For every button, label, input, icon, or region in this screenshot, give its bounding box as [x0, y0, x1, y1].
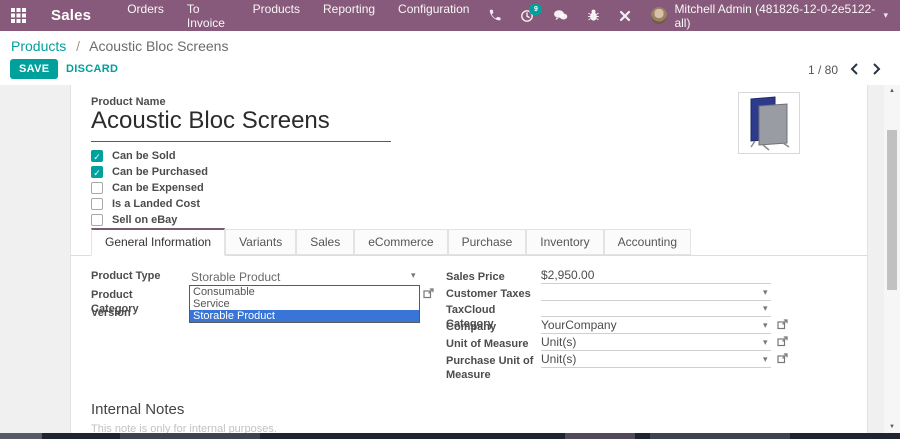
navbar-right: 9 — [469, 2, 888, 30]
company-external-link-icon[interactable] — [777, 319, 788, 330]
notebook-tabs: General Information Variants Sales eComm… — [71, 230, 867, 256]
menu-products[interactable]: Products — [253, 2, 300, 30]
checkbox-row-sell-on-ebay: Sell on eBay — [91, 213, 177, 227]
user-menu[interactable]: Mitchell Admin (481826-12-0-2e5122-all) … — [651, 2, 888, 30]
scroll-down-icon[interactable]: ▼ — [884, 421, 900, 433]
can-be-purchased-label: Can be Purchased — [112, 166, 208, 178]
main-menu: Orders To Invoice Products Reporting Con… — [127, 2, 469, 30]
bug-icon[interactable] — [587, 9, 600, 22]
checkbox-row-landed-cost: Is a Landed Cost — [91, 197, 200, 211]
unit-of-measure-label: Unit of Measure — [446, 338, 538, 352]
unit-of-measure-external-link-icon[interactable] — [777, 336, 788, 347]
unit-of-measure-input[interactable]: Unit(s) — [541, 335, 771, 351]
pager-next-button[interactable] — [868, 61, 884, 77]
product-image[interactable] — [738, 92, 800, 154]
tab-general-information[interactable]: General Information — [91, 228, 225, 256]
dropdown-option-consumable[interactable]: Consumable — [190, 286, 419, 298]
version-label: Version — [91, 307, 183, 321]
customer-taxes-caret-icon[interactable]: ▾ — [763, 287, 768, 298]
breadcrumb-current: Acoustic Bloc Screens — [89, 38, 228, 54]
dropdown-option-storable-product[interactable]: Storable Product — [190, 310, 419, 322]
vertical-scrollbar[interactable]: ▲ ▼ — [884, 85, 900, 433]
pager-previous-button[interactable] — [846, 61, 862, 77]
activity-clock-icon[interactable]: 9 — [520, 9, 534, 23]
tab-sales[interactable]: Sales — [296, 229, 354, 255]
user-avatar — [651, 7, 667, 24]
scrollbar-thumb[interactable] — [887, 130, 897, 290]
can-be-sold-label: Can be Sold — [112, 150, 176, 162]
sales-price-input[interactable]: $2,950.00 — [541, 268, 771, 284]
can-be-expensed-label: Can be Expensed — [112, 182, 204, 194]
breadcrumb-products-link[interactable]: Products — [11, 38, 66, 54]
product-name-underline — [91, 141, 391, 142]
control-panel: Products / Acoustic Bloc Screens SAVE DI… — [0, 31, 900, 85]
bottom-edge-segment — [565, 433, 635, 439]
purchase-unit-of-measure-input[interactable]: Unit(s) — [541, 352, 771, 368]
tab-accounting[interactable]: Accounting — [604, 229, 691, 255]
checkbox-row-can-be-expensed: Can be Expensed — [91, 181, 204, 195]
sales-price-label: Sales Price — [446, 271, 538, 285]
app-name[interactable]: Sales — [51, 7, 91, 24]
sell-on-ebay-checkbox[interactable] — [91, 214, 103, 226]
unit-of-measure-caret-icon[interactable]: ▾ — [763, 337, 768, 348]
tab-inventory[interactable]: Inventory — [526, 229, 603, 255]
sell-on-ebay-label: Sell on eBay — [112, 214, 177, 226]
apps-grid-icon[interactable] — [11, 8, 26, 23]
menu-reporting[interactable]: Reporting — [323, 2, 375, 30]
company-input[interactable]: YourCompany — [541, 318, 771, 334]
company-label: Company — [446, 321, 538, 335]
product-type-select[interactable]: Storable Product — [191, 270, 418, 284]
breadcrumb-separator: / — [76, 38, 80, 54]
save-button[interactable]: SAVE — [10, 59, 58, 79]
bottom-edge-segment — [0, 433, 42, 439]
bottom-edge-segment — [650, 433, 790, 439]
company-caret-icon[interactable]: ▾ — [763, 320, 768, 331]
menu-to-invoice[interactable]: To Invoice — [187, 2, 230, 30]
tab-ecommerce[interactable]: eCommerce — [354, 229, 447, 255]
checkbox-row-can-be-sold: ✓ Can be Sold — [91, 149, 176, 163]
discard-button[interactable]: DISCARD — [66, 63, 118, 75]
purchase-unit-of-measure-caret-icon[interactable]: ▾ — [763, 354, 768, 365]
pager-counter: 1 / 80 — [808, 63, 838, 77]
bottom-edge-segment — [120, 433, 260, 439]
odoo-window: Sales Orders To Invoice Products Reporti… — [0, 0, 900, 439]
customer-taxes-label: Customer Taxes — [446, 288, 538, 302]
is-landed-cost-checkbox[interactable] — [91, 198, 103, 210]
product-form-sheet: Product Name Acoustic Bloc Screens ✓ Can… — [70, 85, 868, 433]
can-be-purchased-checkbox[interactable]: ✓ — [91, 166, 103, 178]
support-tools-icon[interactable] — [619, 10, 631, 22]
product-type-caret-icon[interactable]: ▾ — [411, 270, 416, 281]
customer-taxes-input[interactable] — [541, 285, 771, 301]
menu-orders[interactable]: Orders — [127, 2, 164, 30]
product-type-dropdown-list: Consumable Service Storable Product — [189, 285, 420, 323]
tab-purchase[interactable]: Purchase — [448, 229, 527, 255]
product-type-label: Product Type — [91, 270, 183, 284]
can-be-expensed-checkbox[interactable] — [91, 182, 103, 194]
messages-icon[interactable] — [553, 9, 568, 22]
checkbox-row-can-be-purchased: ✓ Can be Purchased — [91, 165, 208, 179]
product-category-external-link-icon[interactable] — [423, 288, 434, 299]
purchase-unit-of-measure-external-link-icon[interactable] — [777, 353, 788, 364]
taxcloud-category-input[interactable] — [541, 301, 771, 317]
menu-configuration[interactable]: Configuration — [398, 2, 469, 30]
dropdown-option-service[interactable]: Service — [190, 298, 419, 310]
top-navbar: Sales Orders To Invoice Products Reporti… — [0, 0, 900, 31]
scroll-up-icon[interactable]: ▲ — [884, 85, 900, 97]
taxcloud-category-caret-icon[interactable]: ▾ — [763, 303, 768, 314]
chevron-down-icon: ▾ — [883, 10, 888, 21]
phone-icon[interactable] — [488, 9, 501, 22]
is-landed-cost-label: Is a Landed Cost — [112, 198, 200, 210]
user-name: Mitchell Admin (481826-12-0-2e5122-all) — [674, 2, 878, 30]
activity-badge: 9 — [529, 4, 542, 15]
internal-notes-heading: Internal Notes — [91, 401, 184, 418]
purchase-unit-of-measure-label: Purchase Unit of Measure — [446, 355, 538, 383]
tab-variants[interactable]: Variants — [225, 229, 296, 255]
breadcrumb: Products / Acoustic Bloc Screens — [11, 38, 228, 54]
internal-notes-placeholder[interactable]: This note is only for internal purposes. — [91, 423, 277, 433]
can-be-sold-checkbox[interactable]: ✓ — [91, 150, 103, 162]
bottom-window-edge — [0, 433, 900, 439]
product-name-input[interactable]: Acoustic Bloc Screens — [91, 107, 330, 135]
